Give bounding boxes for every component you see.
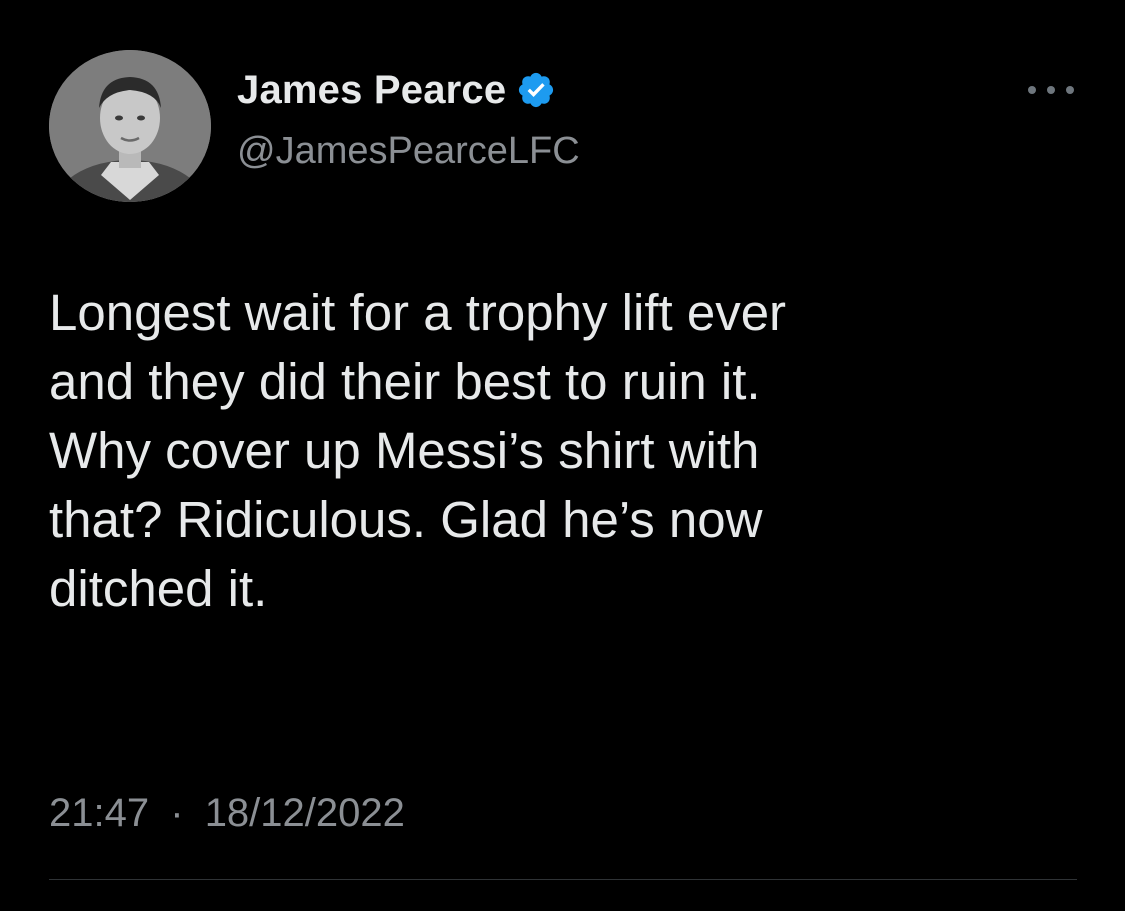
tweet-text: Longest wait for a trophy lift ever and … <box>49 284 787 617</box>
user-handle[interactable]: @JamesPearceLFC <box>237 128 580 174</box>
dot-icon <box>1047 86 1055 94</box>
more-options-icon[interactable] <box>1028 80 1074 100</box>
name-row: James Pearce <box>237 66 556 114</box>
divider <box>49 879 1077 880</box>
tweet-card: James Pearce @JamesPearceLFC Longest wai… <box>0 0 1125 911</box>
display-name[interactable]: James Pearce <box>237 66 506 114</box>
dot-icon <box>1028 86 1036 94</box>
meta-separator: · <box>170 791 184 835</box>
verified-badge-icon[interactable] <box>516 70 556 110</box>
avatar[interactable] <box>49 50 211 202</box>
tweet-date[interactable]: 18/12/2022 <box>205 791 405 835</box>
dot-icon <box>1066 86 1074 94</box>
tweet-time[interactable]: 21:47 <box>49 791 149 835</box>
profile-photo-icon <box>49 50 211 202</box>
tweet-meta: 21:47 · 18/12/2022 <box>49 789 405 837</box>
